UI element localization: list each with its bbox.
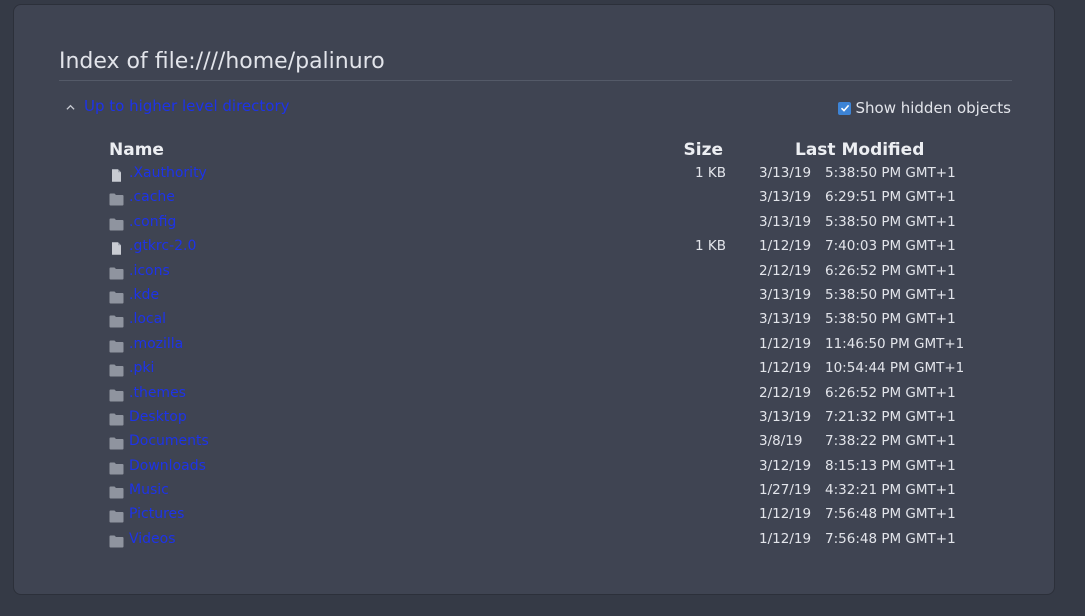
table-row: .themes 2/12/19 6:26:52 PM GMT+1: [14, 382, 1054, 406]
up-directory-link[interactable]: Up to higher level directory: [66, 96, 290, 116]
entry-name-link[interactable]: Music: [129, 481, 169, 499]
show-hidden-label: Show hidden objects: [855, 99, 1011, 117]
entry-time: 7:56:48 PM GMT+1: [825, 530, 956, 547]
table-row: .kde 3/13/19 5:38:50 PM GMT+1: [14, 284, 1054, 308]
entry-name-link[interactable]: .mozilla: [129, 335, 183, 353]
folder-icon: [109, 387, 124, 402]
entry-date: 3/13/19: [759, 408, 812, 425]
folder-icon: [109, 362, 124, 377]
title-divider: [59, 80, 1012, 81]
entry-time: 6:29:51 PM GMT+1: [825, 189, 956, 206]
entry-time: 5:38:50 PM GMT+1: [825, 311, 956, 328]
entry-name-link[interactable]: .config: [129, 213, 176, 231]
entry-date: 3/13/19: [759, 286, 812, 303]
table-row: .gtkrc-2.0 1 KB 1/12/19 7:40:03 PM GMT+1: [14, 235, 1054, 259]
entry-date: 3/13/19: [759, 165, 812, 181]
table-row: .cache 3/13/19 6:29:51 PM GMT+1: [14, 186, 1054, 210]
folder-icon: [109, 533, 124, 548]
entry-name-link[interactable]: .gtkrc-2.0: [129, 237, 196, 255]
entry-name-link[interactable]: Downloads: [129, 457, 206, 475]
entry-date: 2/12/19: [759, 384, 812, 401]
file-icon: [109, 167, 124, 182]
entry-date: 3/12/19: [759, 457, 812, 474]
page-title: Index of file:////home/palinuro: [59, 49, 385, 74]
folder-icon: [109, 508, 124, 523]
show-hidden-checkbox[interactable]: [838, 101, 852, 115]
entry-time: 5:38:50 PM GMT+1: [825, 213, 956, 230]
up-directory-label: Up to higher level directory: [84, 97, 290, 115]
column-header-size[interactable]: Size: [684, 139, 724, 161]
entry-name-link[interactable]: .icons: [129, 262, 170, 280]
table-row: .icons 2/12/19 6:26:52 PM GMT+1: [14, 260, 1054, 284]
table-row: .Xauthority 1 KB 3/13/19 5:38:50 PM GMT+1: [14, 162, 1054, 186]
entry-date: 1/12/19: [759, 335, 812, 352]
folder-icon: [109, 411, 124, 426]
table-header: Name Size Last Modified: [14, 139, 1054, 161]
table-row: .config 3/13/19 5:38:50 PM GMT+1: [14, 211, 1054, 235]
entry-date: 1/27/19: [759, 482, 812, 499]
entry-date: 2/12/19: [759, 262, 812, 279]
entry-date: 1/12/19: [759, 506, 812, 523]
folder-icon: [109, 265, 124, 280]
entry-name-link[interactable]: Desktop: [129, 408, 187, 426]
entry-date: 1/12/19: [759, 530, 812, 547]
table-row: .local 3/13/19 5:38:50 PM GMT+1: [14, 308, 1054, 332]
entry-time: 10:54:44 PM GMT+1: [825, 360, 965, 377]
entry-size: 1 KB: [695, 165, 726, 181]
entry-time: 7:56:48 PM GMT+1: [825, 506, 956, 523]
entry-date: 1/12/19: [759, 238, 812, 255]
entry-time: 7:21:32 PM GMT+1: [825, 408, 956, 425]
entry-date: 3/13/19: [759, 189, 812, 206]
folder-icon: [109, 191, 124, 206]
folder-icon: [109, 313, 124, 328]
entry-name-link[interactable]: .themes: [129, 384, 186, 402]
table-row: .pki 1/12/19 10:54:44 PM GMT+1: [14, 357, 1054, 381]
file-table: .Xauthority 1 KB 3/13/19 5:38:50 PM GMT+1 .c…: [14, 162, 1054, 552]
entry-name-link[interactable]: .kde: [129, 286, 159, 304]
entry-date: 3/8/19: [759, 433, 803, 450]
entry-date: 3/13/19: [759, 213, 812, 230]
entry-name-link[interactable]: .Xauthority: [129, 164, 207, 182]
chevron-up-icon: [66, 104, 75, 110]
table-row: Pictures 1/12/19 7:56:48 PM GMT+1: [14, 503, 1054, 527]
directory-listing-panel: Index of file:////home/palinuro Up to hi…: [13, 4, 1055, 595]
entry-date: 1/12/19: [759, 360, 812, 377]
table-row: Documents 3/8/19 7:38:22 PM GMT+1: [14, 430, 1054, 454]
entry-time: 7:38:22 PM GMT+1: [825, 433, 956, 450]
table-row: Music 1/27/19 4:32:21 PM GMT+1: [14, 479, 1054, 503]
column-header-last-modified[interactable]: Last Modified: [795, 139, 924, 161]
entry-time: 4:32:21 PM GMT+1: [825, 482, 956, 499]
folder-icon: [109, 460, 124, 475]
show-hidden-toggle[interactable]: Show hidden objects: [838, 98, 1011, 118]
entry-time: 8:15:13 PM GMT+1: [825, 457, 956, 474]
column-header-name[interactable]: Name: [109, 139, 164, 161]
entry-name-link[interactable]: Documents: [129, 432, 209, 450]
folder-icon: [109, 338, 124, 353]
entry-time: 6:26:52 PM GMT+1: [825, 262, 956, 279]
table-row: Desktop 3/13/19 7:21:32 PM GMT+1: [14, 406, 1054, 430]
file-icon: [109, 240, 124, 255]
entry-name-link[interactable]: Pictures: [129, 505, 184, 523]
entry-date: 3/13/19: [759, 311, 812, 328]
table-row: .mozilla 1/12/19 11:46:50 PM GMT+1: [14, 333, 1054, 357]
entry-name-link[interactable]: Videos: [129, 530, 176, 548]
folder-icon: [109, 484, 124, 499]
folder-icon: [109, 435, 124, 450]
entry-name-link[interactable]: .cache: [129, 188, 175, 206]
entry-time: 11:46:50 PM GMT+1: [825, 335, 965, 352]
entry-time: 5:38:50 PM GMT+1: [825, 165, 956, 181]
folder-icon: [109, 289, 124, 304]
entry-name-link[interactable]: .pki: [129, 359, 154, 377]
entry-time: 6:26:52 PM GMT+1: [825, 384, 956, 401]
entry-time: 5:38:50 PM GMT+1: [825, 286, 956, 303]
entry-size: 1 KB: [695, 238, 726, 255]
checkmark-icon: [840, 104, 850, 112]
entry-time: 7:40:03 PM GMT+1: [825, 238, 956, 255]
entry-name-link[interactable]: .local: [129, 310, 166, 328]
folder-icon: [109, 216, 124, 231]
table-row: Videos 1/12/19 7:56:48 PM GMT+1: [14, 528, 1054, 552]
table-row: Downloads 3/12/19 8:15:13 PM GMT+1: [14, 455, 1054, 479]
